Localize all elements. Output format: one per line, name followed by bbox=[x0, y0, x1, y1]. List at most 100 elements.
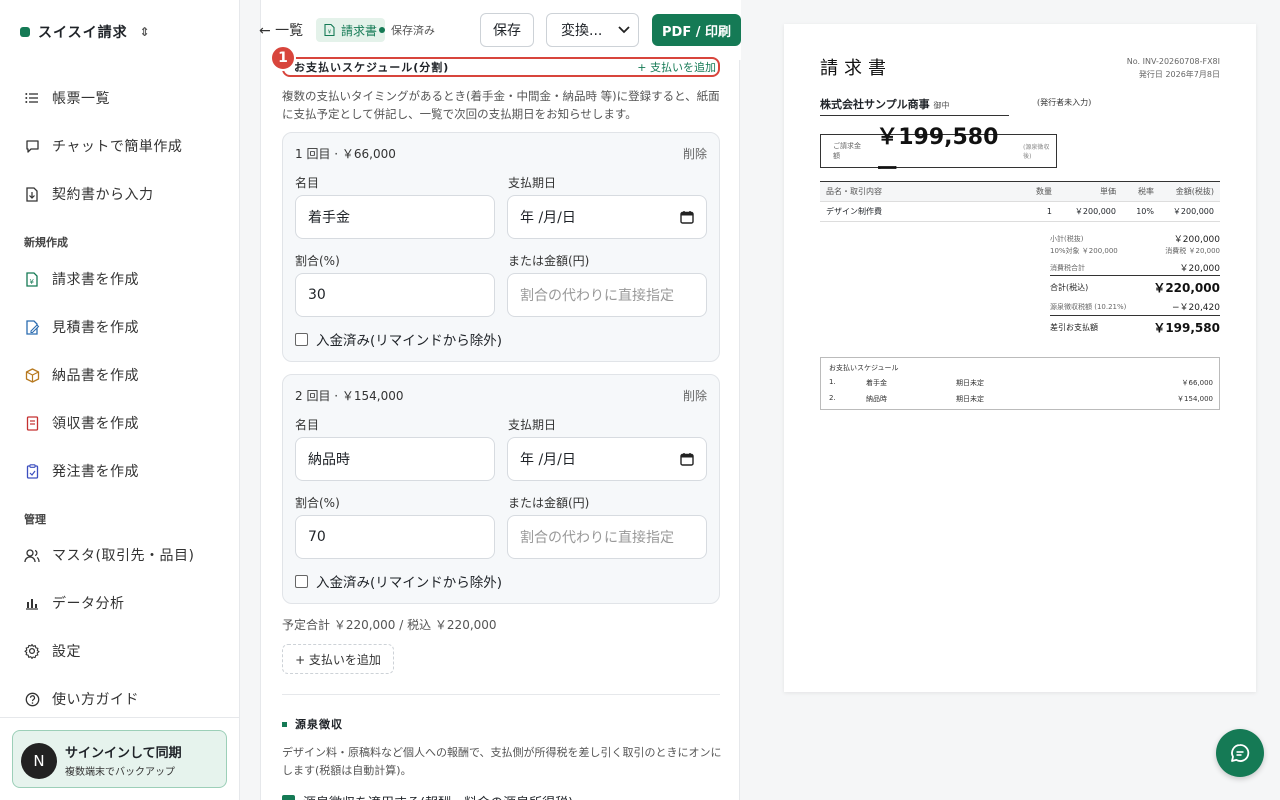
sidebar-item-create-order[interactable]: 発注書を作成 bbox=[24, 459, 139, 483]
date-placeholder: 年 /月/日 bbox=[520, 452, 576, 468]
table-cell: 期日未定 bbox=[956, 379, 984, 387]
table-header: 税率 bbox=[1138, 187, 1154, 196]
schedule-description: 複数の支払いタイミングがあるとき(着手金・中間金・納品時 等)に登録すると、紙面… bbox=[282, 89, 720, 121]
field-label-ratio: 割合(%) bbox=[295, 496, 340, 510]
paid-checkbox-label: 入金済み(リマインドから除外) bbox=[316, 575, 503, 591]
delete-payment-button[interactable]: 削除 bbox=[683, 145, 707, 162]
payment-ratio-input[interactable]: 70 bbox=[295, 515, 495, 559]
field-label-name: 名目 bbox=[295, 176, 320, 190]
table-header: 数量 bbox=[1036, 187, 1052, 196]
payment-name-input[interactable]: 納品時 bbox=[295, 437, 495, 481]
summary-value: −￥20,420 bbox=[1171, 303, 1220, 313]
preview-issuer: (発行者未入力) bbox=[1037, 98, 1092, 107]
table-cell: ￥154,000 bbox=[1177, 395, 1213, 403]
summary-label: 差引お支払額 bbox=[1050, 323, 1098, 332]
withholding-description: デザイン料・原稿料など個人への報酬で、支払側が所得税を差し引く取引のときにオンに… bbox=[282, 746, 722, 777]
paid-checkbox[interactable]: 入金済み(リマインドから除外) bbox=[295, 571, 502, 591]
schedule-title: お支払いスケジュール(分割) bbox=[294, 61, 450, 74]
doc-type-label: 請求書 bbox=[341, 23, 378, 38]
sidebar-item-label: 請求書を作成 bbox=[52, 272, 139, 288]
convert-select[interactable]: 変換... bbox=[546, 13, 639, 47]
schedule-total: 予定合計 ￥220,000 / 税込 ￥220,000 bbox=[282, 618, 497, 632]
order-icon bbox=[24, 463, 40, 479]
summary-value: 消費税 ￥20,000 bbox=[1165, 247, 1220, 255]
delete-payment-button[interactable]: 削除 bbox=[683, 387, 707, 404]
brand-switcher[interactable]: スイスイ請求 ⇕ bbox=[20, 22, 151, 42]
payment-amount-input[interactable]: 割合の代わりに直接指定 bbox=[507, 273, 707, 317]
add-payment-button[interactable]: + 支払いを追加 bbox=[282, 644, 394, 674]
table-cell: ￥66,000 bbox=[1181, 379, 1214, 387]
summary-withholding: 源泉徴収税額 (10.21%) −￥20,420 bbox=[1050, 300, 1220, 314]
calendar-icon[interactable] bbox=[680, 210, 694, 224]
summary-label: 10%対象 ￥200,000 bbox=[1050, 247, 1118, 255]
invoice-preview: 請求書 No. INV-20260708-FX8I 発行日 2026年7月8日 … bbox=[784, 24, 1256, 692]
sidebar-item-create-receipt[interactable]: 領収書を作成 bbox=[24, 411, 139, 435]
sidebar-item-documents[interactable]: 帳票一覧 bbox=[24, 86, 110, 110]
sidebar-item-guide[interactable]: 使い方ガイド bbox=[24, 687, 139, 711]
sidebar-item-label: 発注書を作成 bbox=[52, 464, 139, 480]
sidebar-item-analytics[interactable]: データ分析 bbox=[24, 591, 125, 615]
brand-logo-icon bbox=[20, 27, 30, 37]
chat-bubble-icon bbox=[1231, 744, 1250, 762]
payment-due-date-input[interactable]: 年 /月/日 bbox=[507, 195, 707, 239]
editor-toolbar: ← 一覧 ¥ 請求書 保存済み 保存 変換... PDF / 印刷 bbox=[259, 0, 741, 60]
sidebar-item-contract-import[interactable]: 契約書から入力 bbox=[24, 182, 154, 206]
paid-checkbox[interactable]: 入金済み(リマインドから除外) bbox=[295, 329, 502, 349]
table-cell: 1 bbox=[1046, 207, 1052, 216]
table-header: 単価 bbox=[1100, 187, 1116, 196]
save-button[interactable]: 保存 bbox=[480, 13, 534, 47]
date-placeholder: 年 /月/日 bbox=[520, 210, 576, 226]
signin-card[interactable]: N サインインして同期 複数端末でバックアップ bbox=[12, 730, 227, 788]
signin-subtitle: 複数端末でバックアップ bbox=[65, 767, 175, 778]
payment-name-input[interactable]: 着手金 bbox=[295, 195, 495, 239]
sidebar-item-create-quote[interactable]: 見積書を作成 bbox=[24, 315, 139, 339]
withholding-checkbox[interactable]: 源泉徴収を適用する(報酬・料金の源泉所得税) bbox=[282, 792, 573, 800]
payment-header: 2 回目 · ￥154,000 bbox=[295, 389, 404, 403]
table-cell: デザイン制作費 bbox=[826, 207, 882, 216]
field-label-amount: または金額(円) bbox=[508, 254, 590, 268]
calendar-icon[interactable] bbox=[680, 452, 694, 466]
summary-label: 小計(税抜) bbox=[1050, 234, 1084, 243]
help-icon bbox=[24, 691, 40, 707]
summary-divider bbox=[1050, 315, 1220, 316]
preview-total-label: ご請求金額 bbox=[833, 142, 861, 160]
withholding-title: 源泉徴収 bbox=[295, 718, 343, 731]
summary-divider bbox=[1050, 275, 1220, 276]
receipt-icon bbox=[24, 415, 40, 431]
summary-label: 消費税合計 bbox=[1050, 263, 1085, 272]
payment-ratio-input[interactable]: 30 bbox=[295, 273, 495, 317]
sidebar-item-label: 納品書を作成 bbox=[52, 368, 139, 384]
pdf-print-button[interactable]: PDF / 印刷 bbox=[652, 14, 741, 46]
sidebar-item-settings[interactable]: 設定 bbox=[24, 639, 81, 663]
preview-total-note: (源泉徴収後) bbox=[1023, 144, 1050, 160]
checkbox-checked-icon[interactable] bbox=[282, 795, 295, 800]
table-cell: 期日未定 bbox=[956, 395, 984, 403]
payment-amount-input[interactable]: 割合の代わりに直接指定 bbox=[507, 515, 707, 559]
summary-tax-total: 消費税合計 ￥20,000 bbox=[1050, 261, 1221, 275]
table-cell: 納品時 bbox=[866, 395, 887, 403]
sidebar-item-create-delivery[interactable]: 納品書を作成 bbox=[24, 363, 139, 387]
summary-value: ￥199,580 bbox=[1153, 321, 1220, 335]
brand-name: スイスイ請求 bbox=[38, 25, 128, 41]
field-label-due: 支払期日 bbox=[508, 418, 557, 432]
back-to-list-link[interactable]: ← 一覧 bbox=[259, 20, 303, 40]
sidebar-item-create-invoice[interactable]: ¥ 請求書を作成 bbox=[24, 267, 139, 291]
preview-total-value: ￥199,580ー bbox=[876, 125, 999, 182]
sidebar-divider bbox=[0, 717, 240, 718]
field-label-ratio: 割合(%) bbox=[295, 254, 340, 268]
svg-text:¥: ¥ bbox=[30, 278, 35, 286]
summary-label: 源泉徴収税額 (10.21%) bbox=[1050, 302, 1127, 311]
checkbox-box[interactable] bbox=[295, 574, 308, 588]
avatar: N bbox=[21, 743, 57, 779]
bar-chart-icon bbox=[24, 595, 40, 611]
sidebar-item-chat[interactable]: チャットで簡単作成 bbox=[24, 134, 182, 158]
table-cell: ￥200,000 bbox=[1172, 207, 1214, 216]
checkbox-box[interactable] bbox=[295, 332, 308, 346]
summary-value: ￥20,000 bbox=[1179, 264, 1221, 274]
add-payment-link[interactable]: + 支払いを追加 bbox=[637, 59, 716, 75]
chat-fab-button[interactable] bbox=[1216, 729, 1264, 777]
sidebar-item-master[interactable]: マスタ(取引先・品目) bbox=[24, 543, 194, 567]
preview-total-box: ご請求金額 ￥199,580ー (源泉徴収後) bbox=[820, 125, 1057, 182]
table-cell: 着手金 bbox=[866, 379, 887, 387]
payment-due-date-input[interactable]: 年 /月/日 bbox=[507, 437, 707, 481]
